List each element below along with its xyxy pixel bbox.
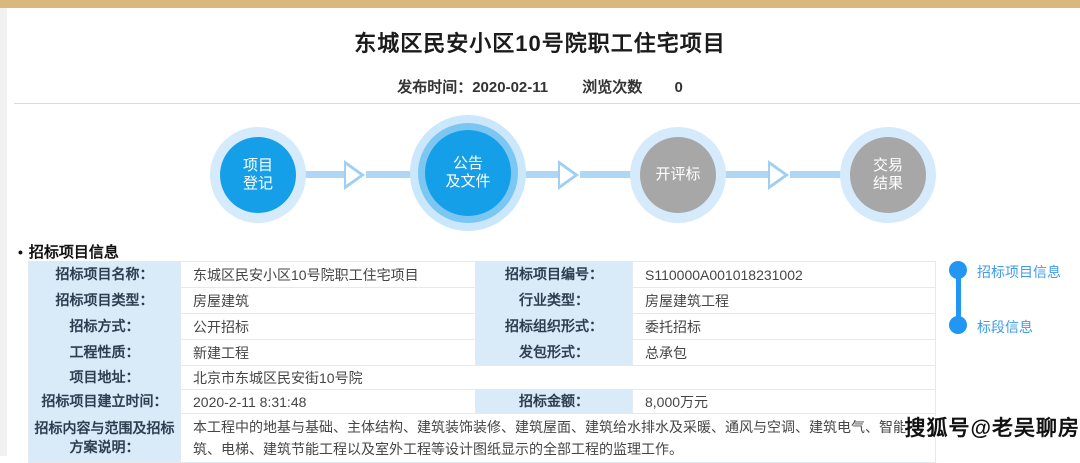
step-label: 及文件 [445,173,490,191]
nav-item-tender-project-info[interactable]: 招标项目信息 [977,262,1061,282]
step-circle: 公告 及文件 [425,130,511,216]
info-label-project-name: 招标项目名称： [29,262,181,288]
info-label-tender-amount: 招标金额： [476,390,633,414]
step-label: 登记 [243,175,273,193]
flow-connector [302,171,346,178]
info-label-tender-method: 招标方式： [29,314,181,340]
flow-connector [524,171,560,178]
info-label-project-number: 招标项目编号： [476,262,633,288]
step-circle: 交易 结果 [850,137,926,213]
step-label: 结果 [873,175,903,193]
publish-meta-line: 发布时间：2020-02-11 浏览次数 0 [0,76,1080,97]
info-label-industry-type: 行业类型： [476,288,633,314]
info-value-project-type: 房屋建筑 [181,288,476,314]
info-value-project-address: 北京市东城区民安街10号院 [181,366,936,390]
step-ring: 公告 及文件 [418,123,518,223]
publish-time-label: 发布时间： [397,79,472,96]
info-value-tender-method: 公开招标 [181,314,476,340]
step-label: 交易 [873,157,903,175]
tender-info-table: 招标项目名称： 东城区民安小区10号院职工住宅项目 招标项目编号： S11000… [28,261,936,463]
page-title: 东城区民安小区10号院职工住宅项目 [0,26,1080,58]
views-label: 浏览次数 [582,79,642,96]
step-halo: 开评标 [630,127,726,223]
flow-connector [724,171,770,178]
nav-item-section-info[interactable]: 标段信息 [977,317,1033,337]
info-value-tender-amount: 8,000万元 [633,390,936,414]
table-row: 工程性质： 新建工程 发包形式： 总承包 [29,340,936,366]
section-title: 招标项目信息 [29,244,119,261]
info-label-project-address: 项目地址： [29,366,181,390]
flow-step-bid-opening-evaluation[interactable]: 开评标 [630,127,726,223]
info-value-created-time: 2020-2-11 8:31:48 [181,390,476,414]
views-count: 0 [674,79,682,96]
section-heading: • 招标项目信息 [18,241,119,262]
info-value-scope-description: 本工程中的地基与基础、主体结构、建筑装饰装修、建筑屋面、建筑给水排水及采暖、通风… [181,414,936,463]
step-halo: 项目 登记 [210,127,306,223]
table-row: 招标项目建立时间： 2020-2-11 8:31:48 招标金额： 8,000万… [29,390,936,414]
table-row: 招标方式： 公开招标 招标组织形式： 委托招标 [29,314,936,340]
bullet-icon: • [18,244,23,260]
step-halo: 交易 结果 [840,127,936,223]
flow-connector [366,171,412,178]
step-circle: 开评标 [640,137,716,213]
top-accent-bar [0,0,1080,8]
info-value-project-nature: 新建工程 [181,340,476,366]
publish-time-value: 2020-02-11 [472,79,548,96]
step-label: 项目 [243,157,273,175]
step-label: 开评标 [655,166,700,184]
info-value-project-name: 东城区民安小区10号院职工住宅项目 [181,262,476,288]
info-label-organization-form: 招标组织形式： [476,314,633,340]
info-value-project-number: S110000A001018231002 [633,262,936,288]
arrow-right-icon [344,160,365,190]
step-label: 公告 [453,155,483,173]
info-value-organization-form: 委托招标 [633,314,936,340]
watermark-text: 搜狐号@老吴聊房 [905,412,1080,442]
nav-dot-icon[interactable] [949,261,967,279]
flow-connector [580,171,632,178]
table-row: 项目地址： 北京市东城区民安街10号院 [29,366,936,390]
info-label-project-type: 招标项目类型： [29,288,181,314]
info-label-contract-form: 发包形式： [476,340,633,366]
header-divider [14,103,1080,104]
flow-step-transaction-result[interactable]: 交易 结果 [840,127,936,223]
info-label-project-nature: 工程性质： [29,340,181,366]
table-row: 招标内容与范围及招标方案说明： 本工程中的地基与基础、主体结构、建筑装饰装修、建… [29,414,936,463]
flow-step-announcement-documents[interactable]: 公告 及文件 [410,115,526,231]
info-label-created-time: 招标项目建立时间： [29,390,181,414]
info-label-scope-description: 招标内容与范围及招标方案说明： [29,414,181,463]
arrow-right-icon [768,160,789,190]
flow-connector [790,171,842,178]
nav-dot-icon[interactable] [949,316,967,334]
step-circle: 项目 登记 [220,137,296,213]
info-value-industry-type: 房屋建筑工程 [633,288,936,314]
table-row: 招标项目类型： 房屋建筑 行业类型： 房屋建筑工程 [29,288,936,314]
table-row: 招标项目名称： 东城区民安小区10号院职工住宅项目 招标项目编号： S11000… [29,262,936,288]
flow-step-project-registration[interactable]: 项目 登记 [210,127,306,223]
arrow-right-icon [558,160,579,190]
step-halo: 公告 及文件 [410,115,526,231]
info-value-contract-form: 总承包 [633,340,936,366]
